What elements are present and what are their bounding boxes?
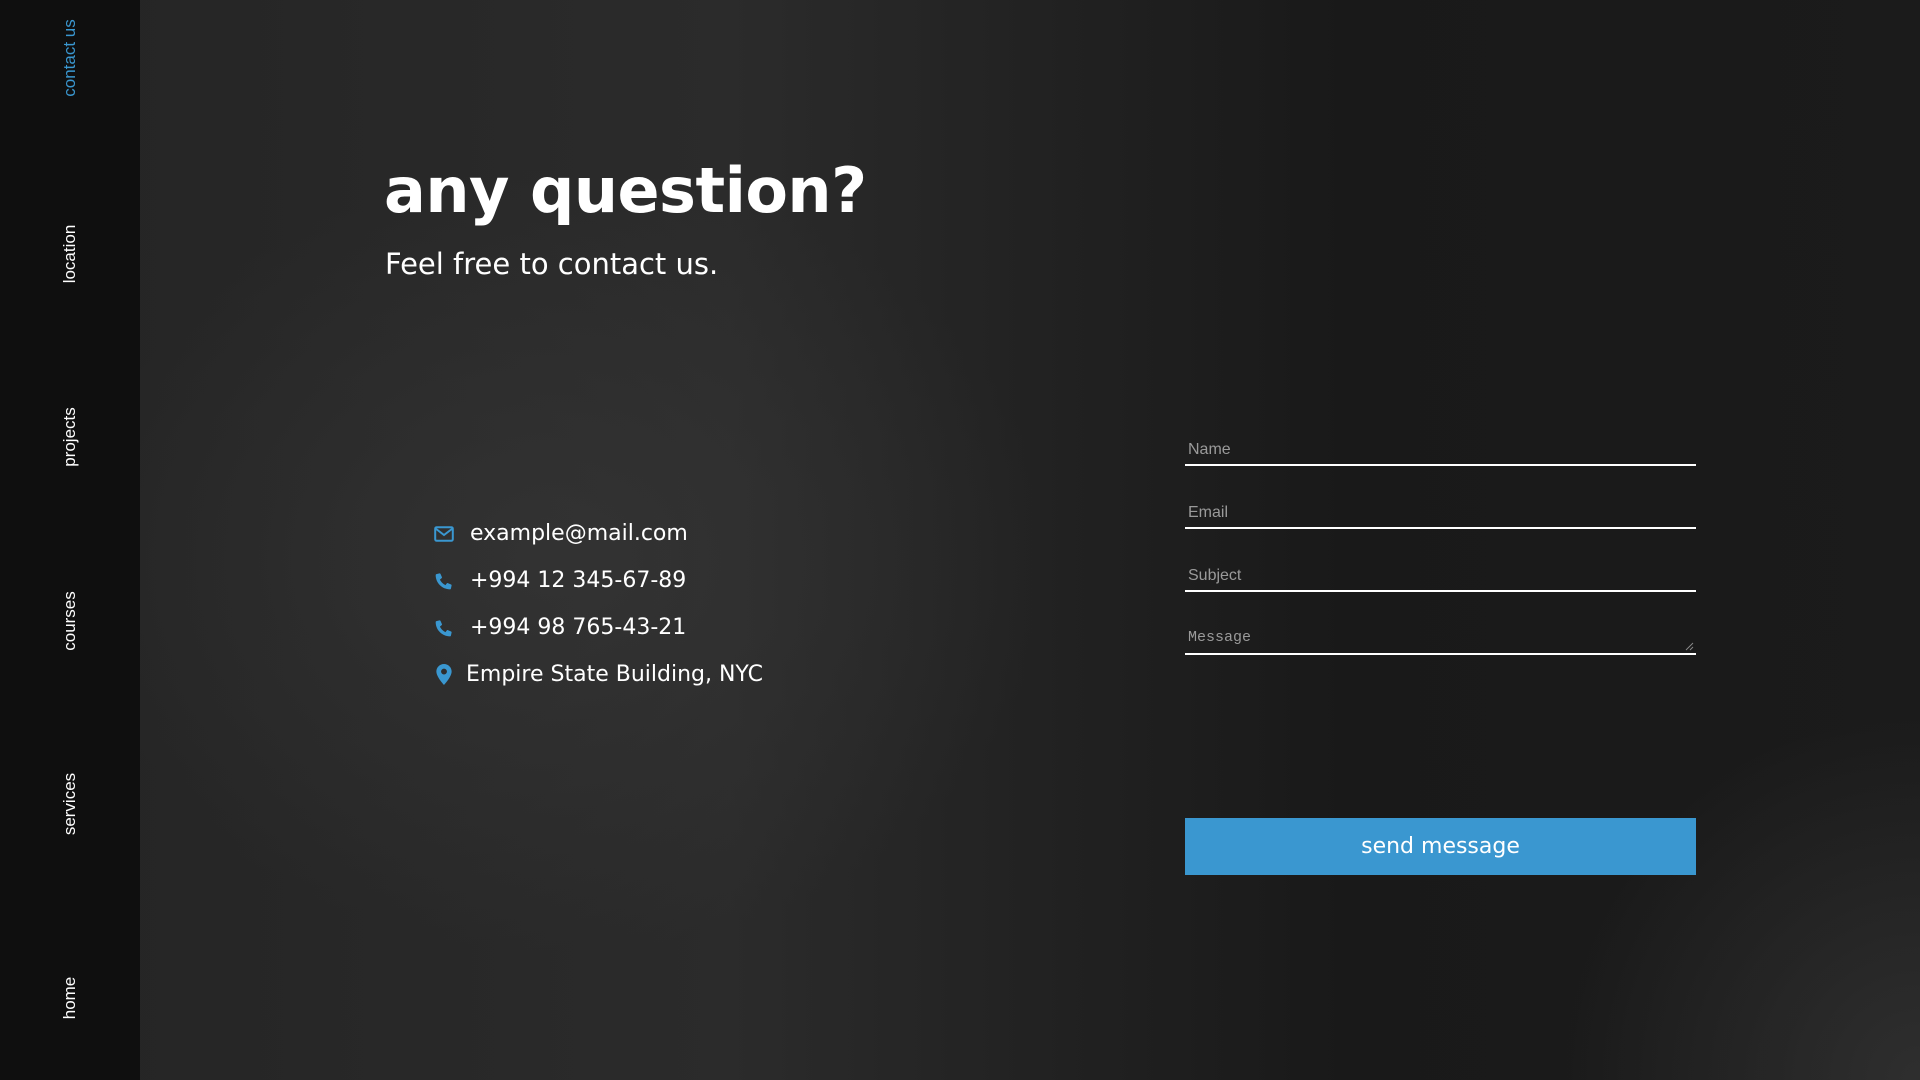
contact-phone-text[interactable]: +994 12 345-67-89	[470, 568, 686, 593]
sidebar-item-location[interactable]: location	[60, 225, 129, 284]
name-input[interactable]	[1185, 430, 1696, 464]
sidebar-item-label: contact us	[60, 19, 79, 97]
contact-email-text[interactable]: example@mail.com	[470, 521, 688, 546]
send-message-button[interactable]: send message	[1185, 818, 1696, 875]
sidebar-item-courses[interactable]: courses	[60, 591, 130, 651]
sidebar-item-label: projects	[60, 407, 79, 467]
subject-field-wrapper	[1185, 556, 1696, 592]
sidebar-item-projects[interactable]: projects	[60, 407, 130, 467]
sidebar-item-contact-us[interactable]: contact us	[60, 19, 148, 97]
resize-grip-icon[interactable]	[1685, 642, 1694, 651]
contact-address-text: Empire State Building, NYC	[466, 662, 764, 687]
envelope-icon	[432, 522, 456, 546]
sidebar-item-label: courses	[60, 591, 79, 651]
contact-phone-text[interactable]: +994 98 765-43-21	[470, 615, 686, 640]
phone-icon	[432, 616, 456, 640]
contact-email: example@mail.com	[432, 510, 763, 557]
contact-page: contact us location projects courses ser…	[0, 0, 1920, 1080]
contact-address: Empire State Building, NYC	[432, 651, 763, 698]
sidebar-item-services[interactable]: services	[60, 773, 132, 835]
page-subtitle: Feel free to contact us.	[385, 247, 719, 281]
sidebar-item-label: services	[60, 772, 79, 836]
map-pin-icon	[432, 663, 456, 687]
contact-phone-2: +994 98 765-43-21	[432, 604, 763, 651]
email-field-wrapper	[1185, 493, 1696, 529]
sidebar-item-label: location	[60, 224, 79, 284]
message-field-wrapper	[1185, 619, 1696, 655]
sidebar-item-label: home	[60, 976, 79, 1020]
contact-info-list: example@mail.com +994 12 345-67-89 +994 …	[432, 510, 763, 698]
contact-form	[1185, 430, 1696, 682]
sidebar-item-home[interactable]: home	[60, 977, 113, 1020]
name-field-wrapper	[1185, 430, 1696, 466]
email-input[interactable]	[1185, 493, 1696, 527]
subject-input[interactable]	[1185, 556, 1696, 590]
page-title: any question?	[384, 154, 867, 227]
contact-phone-1: +994 12 345-67-89	[432, 557, 763, 604]
sidebar-nav: contact us location projects courses ser…	[0, 0, 140, 1080]
message-textarea[interactable]	[1185, 619, 1696, 653]
phone-icon	[432, 569, 456, 593]
